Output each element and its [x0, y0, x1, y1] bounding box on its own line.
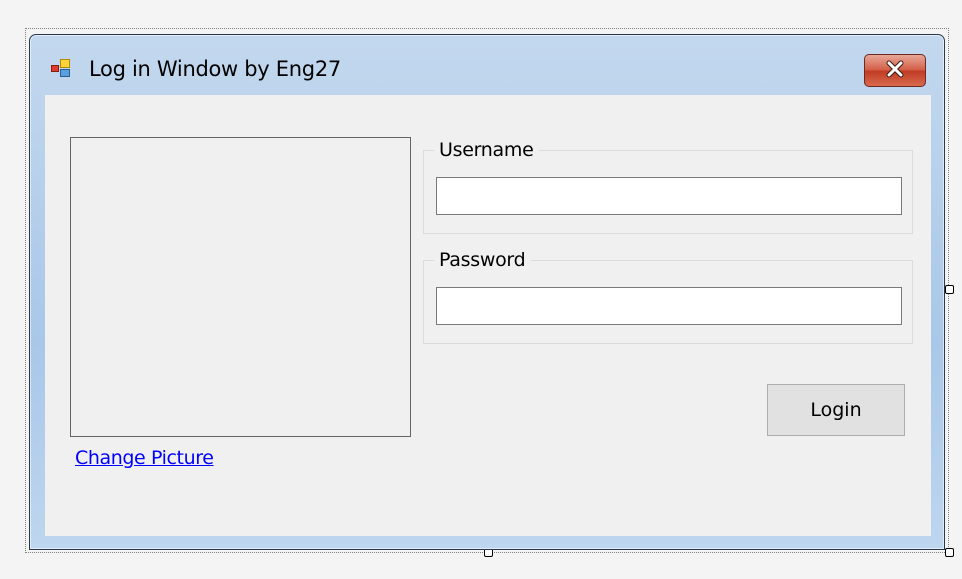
login-window: Log in Window by Eng27 Change Picture Us… [29, 34, 945, 550]
windows-form-icon [51, 58, 75, 78]
username-group: Username [423, 139, 913, 234]
change-picture-link[interactable]: Change Picture [75, 447, 214, 469]
username-input[interactable] [436, 177, 902, 215]
form-client-area: Change Picture Username Password Login [45, 95, 931, 536]
title-bar[interactable]: Log in Window by Eng27 [30, 35, 944, 95]
password-group: Password [423, 249, 913, 344]
resize-handle-corner[interactable] [945, 548, 954, 557]
resize-handle-right[interactable] [945, 285, 954, 294]
login-button[interactable]: Login [767, 384, 905, 436]
password-label: Password [434, 249, 532, 271]
profile-picture-box [70, 137, 411, 437]
username-label: Username [434, 139, 540, 161]
password-input[interactable] [436, 287, 902, 325]
close-icon [884, 60, 906, 82]
close-button[interactable] [864, 54, 926, 87]
window-title: Log in Window by Eng27 [89, 57, 341, 81]
